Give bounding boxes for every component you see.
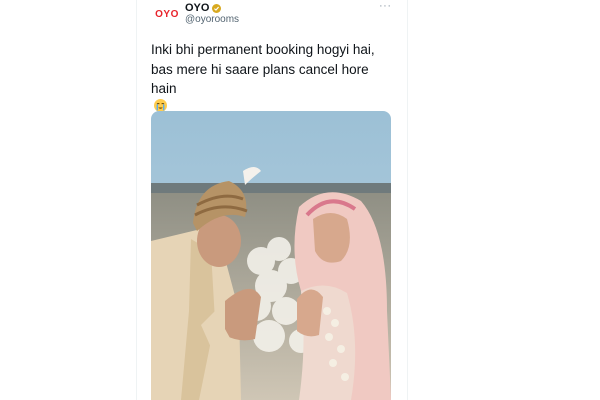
timeline-divider-right: [407, 0, 408, 400]
wedding-photo[interactable]: [151, 111, 391, 400]
tweet-text: Inki bhi permanent booking hogyi hai, ba…: [151, 40, 407, 112]
avatar-logo-text: OYO: [155, 8, 179, 20]
tweet-card[interactable]: OYO OYO @oyorooms ··· Inki bhi permanent…: [137, 0, 407, 400]
tweet-text-line: bas mere hi saare plans cancel hore: [151, 61, 369, 77]
tweet-text-line: Inki bhi permanent booking hogyi hai,: [151, 42, 375, 57]
wedding-photo-illustration: [151, 111, 391, 400]
avatar[interactable]: OYO: [153, 0, 181, 28]
author-display-name[interactable]: OYO: [185, 2, 209, 14]
verified-badge-icon: [212, 3, 222, 13]
loudly-crying-face-emoji: [154, 98, 167, 112]
author-handle[interactable]: @oyorooms: [185, 14, 239, 25]
more-options-icon[interactable]: ···: [379, 0, 392, 12]
author-name-row[interactable]: OYO: [185, 2, 222, 14]
tweet-text-line-last: hain: [151, 79, 407, 112]
